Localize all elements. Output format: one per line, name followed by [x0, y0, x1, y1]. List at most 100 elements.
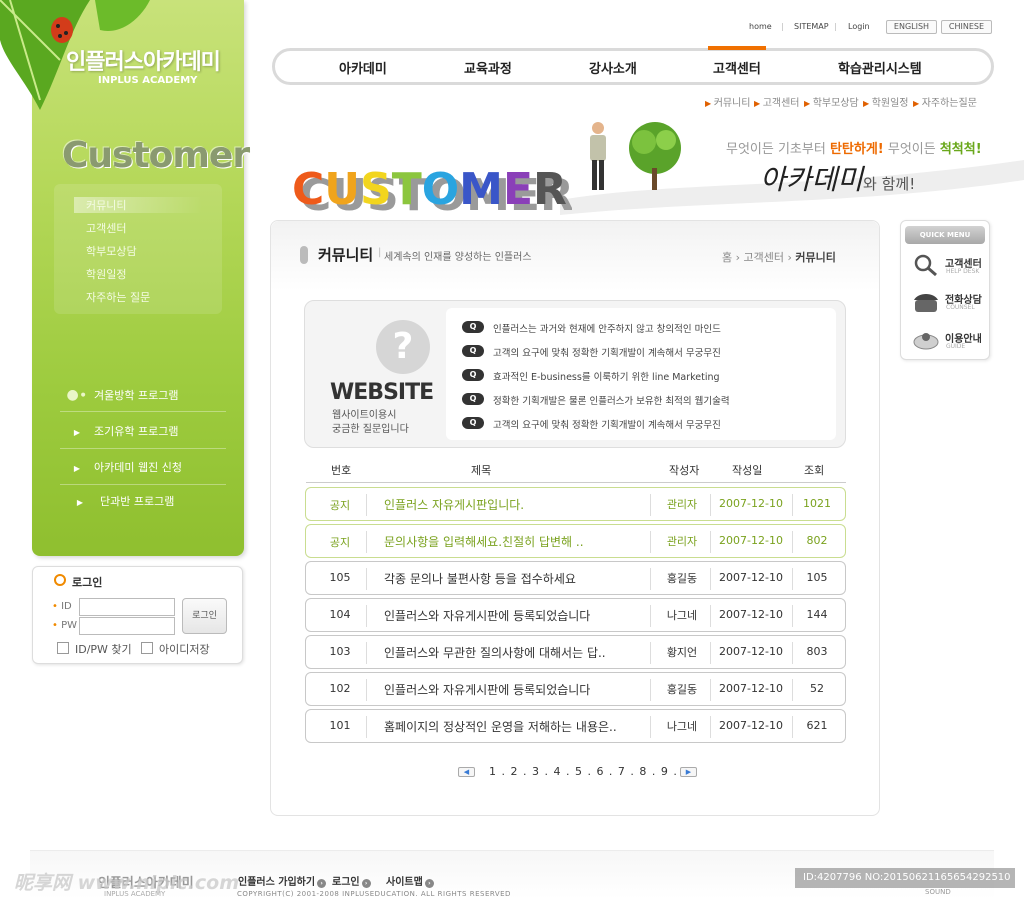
- id-input[interactable]: [79, 598, 175, 616]
- faq-item[interactable]: 인플러스는 과거와 현재에 안주하지 않고 창의적인 마인드: [493, 321, 721, 335]
- slogan-line-1: 무엇이든 기초부터 탄탄하게! 무엇이든 척척척!: [726, 142, 982, 157]
- sidebar-item-parent-consult[interactable]: 학부모상담: [86, 243, 137, 259]
- subnav-customer-center[interactable]: ▶ 고객센터: [754, 94, 800, 109]
- page-subtitle: 세계속의 인재를 양성하는 인플러스: [384, 252, 532, 263]
- find-id-pw-checkbox[interactable]: [57, 642, 69, 654]
- title-marker-icon: [300, 246, 308, 264]
- power-icon: [54, 574, 66, 586]
- nav-academy[interactable]: 아카데미: [339, 58, 387, 77]
- cell-date: 2007-12-10: [719, 497, 783, 510]
- mouse-icon: [913, 333, 939, 350]
- breadcrumb-home[interactable]: 홈: [722, 251, 732, 264]
- breadcrumb: 홈 › 고객센터 › 커뮤니티: [722, 249, 836, 265]
- program-item-winter[interactable]: ●∙ 겨울방학 프로그램: [60, 378, 226, 412]
- faq-item[interactable]: 효과적인 E-business를 이룩하기 위한 line Marketing: [493, 369, 720, 383]
- cell-title[interactable]: 각종 문의나 불편사항 등을 접수하세요: [384, 570, 576, 587]
- faq-item[interactable]: 정확한 기획개발은 물론 인플러스가 보유한 최적의 웹기술력: [493, 393, 730, 407]
- faq-item[interactable]: 고객의 요구에 맞춰 정확한 기획개발이 계속해서 무궁무진: [493, 345, 721, 359]
- table-row[interactable]: 공지 인플러스 자유게시판입니다. 관리자 2007-12-10 1021: [305, 487, 846, 521]
- cell-author: 황지언: [666, 646, 698, 659]
- footer-sitemap-link[interactable]: 사이트맵 ›: [386, 873, 434, 888]
- copyright-text: COPYRIGHT(C) 2001-2008 INPLUSEDUCATION. …: [237, 890, 511, 898]
- cell-date: 2007-12-10: [719, 571, 783, 584]
- pw-input[interactable]: [79, 617, 175, 635]
- faq-subtitle-1: 웹사이트이용시: [332, 410, 397, 421]
- page-numbers[interactable]: 1 . 2 . 3 . 4 . 5 . 6 . 7 . 8 . 9 . 10: [489, 765, 698, 778]
- program-item-webzine[interactable]: ▶ 아카데미 웹진 신청: [60, 451, 226, 485]
- table-row[interactable]: 101 홈페이지의 정상적인 운영을 저해하는 내용은.. 나그네 2007-1…: [305, 709, 846, 743]
- cell-title[interactable]: 홈페이지의 정상적인 운영을 저해하는 내용은..: [384, 718, 617, 735]
- q-badge-icon: Q: [462, 393, 484, 405]
- cell-title[interactable]: 인플러스와 자유게시판에 등록되었습니다: [384, 681, 590, 698]
- cell-title[interactable]: 문의사항을 입력해세요.친절히 답변해 ..: [384, 533, 584, 550]
- faq-subtitle-2: 궁금한 질문입니다: [332, 424, 409, 435]
- subnav-parent-consult[interactable]: ▶ 학부모상담: [804, 94, 859, 109]
- subnav-schedule[interactable]: ▶ 학원일정: [863, 94, 909, 109]
- cell-author: 나그네: [666, 609, 698, 622]
- tree-illustration: [629, 122, 681, 190]
- program-item-single-class[interactable]: ▶ 단과반 프로그램: [60, 485, 226, 519]
- footer-login-link[interactable]: 로그인 ›: [332, 873, 371, 888]
- cell-views: 144: [806, 608, 828, 621]
- cell-title[interactable]: 인플러스 자유게시판입니다.: [384, 496, 524, 513]
- cell-title[interactable]: 인플러스와 자유게시판에 등록되었습니다: [384, 607, 590, 624]
- slogan-line-2: 아카데미와 함께!: [760, 163, 916, 196]
- sidebar-item-schedule[interactable]: 학원일정: [86, 266, 126, 282]
- find-id-pw-label[interactable]: ID/PW 찾기: [75, 641, 132, 657]
- sidebar-item-faq[interactable]: 자주하는 질문: [86, 289, 150, 305]
- util-login-link[interactable]: Login: [848, 22, 870, 31]
- cell-divider: [366, 494, 367, 516]
- cell-divider: [650, 716, 651, 738]
- pw-label: • PW: [52, 620, 77, 631]
- faq-title: WEBSITE: [330, 380, 434, 405]
- cell-no: 102: [329, 682, 351, 695]
- cell-no: 105: [329, 571, 351, 584]
- prev-page-button[interactable]: ◀: [458, 767, 475, 777]
- next-page-button[interactable]: ▶: [680, 767, 697, 777]
- chevron-right-icon: ›: [735, 251, 744, 264]
- sidebar-item-customer-center[interactable]: 고객센터: [86, 220, 126, 236]
- util-sitemap-link[interactable]: SITEMAP: [794, 22, 829, 31]
- logo-text[interactable]: 인플러스아카데미: [66, 44, 221, 76]
- cell-title[interactable]: 인플러스와 무관한 질의사항에 대해서는 답..: [384, 644, 606, 661]
- cell-divider: [650, 494, 651, 516]
- svg-text:CUSTOMER: CUSTOMER: [292, 164, 567, 215]
- header-views: 조회: [804, 464, 825, 477]
- table-row[interactable]: 104 인플러스와 자유게시판에 등록되었습니다 나그네 2007-12-10 …: [305, 598, 846, 632]
- table-row[interactable]: 105 각종 문의나 불편사항 등을 접수하세요 홍길동 2007-12-10 …: [305, 561, 846, 595]
- sidebar-item-community[interactable]: 커뮤니티: [74, 197, 202, 213]
- sound-toggle[interactable]: SOUND: [925, 888, 951, 896]
- table-row[interactable]: 공지 문의사항을 입력해세요.친절히 답변해 .. 관리자 2007-12-10…: [305, 524, 846, 558]
- program-label: 겨울방학 프로그램: [94, 389, 179, 402]
- program-item-study-abroad[interactable]: ▶ 조기유학 프로그램: [60, 415, 226, 449]
- cell-views: 105: [806, 571, 828, 584]
- cell-divider: [366, 605, 367, 627]
- footer-join-link[interactable]: 인플러스 가입하기 ›: [238, 873, 327, 888]
- cell-author: 관리자: [666, 498, 698, 511]
- header-date: 작성일: [732, 464, 763, 477]
- subnav-community[interactable]: ▶ 커뮤니티: [705, 94, 751, 109]
- q-badge-icon: Q: [462, 321, 484, 333]
- chinese-button[interactable]: CHINESE: [941, 20, 992, 34]
- nav-instructors[interactable]: 강사소개: [589, 58, 637, 77]
- english-button[interactable]: ENGLISH: [886, 20, 937, 34]
- cell-views: 1021: [803, 497, 831, 510]
- save-id-label: 아이디저장: [159, 643, 210, 656]
- subnav-faq[interactable]: ▶ 자주하는질문: [913, 94, 977, 109]
- save-id-checkbox[interactable]: [141, 642, 153, 654]
- q-badge-icon: Q: [462, 369, 484, 381]
- table-row[interactable]: 103 인플러스와 무관한 질의사항에 대해서는 답.. 황지언 2007-12…: [305, 635, 846, 669]
- login-button[interactable]: 로그인: [182, 598, 227, 634]
- faq-item[interactable]: 고객의 요구에 맞춰 정확한 기획개발이 계속해서 무궁무진: [493, 417, 721, 431]
- breadcrumb-mid[interactable]: 고객센터: [744, 251, 784, 264]
- nav-learning-system[interactable]: 학습관리시스템: [838, 58, 922, 77]
- table-row[interactable]: 102 인플러스와 자유게시판에 등록되었습니다 홍길동 2007-12-10 …: [305, 672, 846, 706]
- arrow-circle-icon: ›: [424, 879, 434, 888]
- nav-customer-center[interactable]: 고객센터: [713, 58, 761, 77]
- cell-no: 101: [329, 719, 351, 732]
- arrow-right-icon: ▶: [73, 428, 81, 437]
- login-title: 로그인: [72, 576, 103, 589]
- cell-views: 803: [806, 645, 828, 658]
- util-home-link[interactable]: home: [749, 22, 772, 31]
- nav-curriculum[interactable]: 교육과정: [464, 58, 512, 77]
